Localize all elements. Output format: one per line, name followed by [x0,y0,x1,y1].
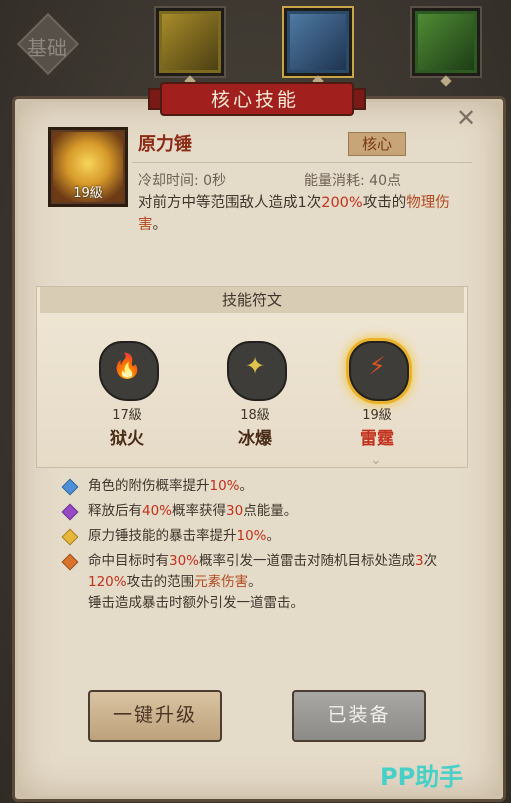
rune-name: 雷霆 [360,429,394,449]
orange-gem-icon [61,553,79,571]
skill-icon[interactable]: 19級 [48,127,128,207]
cooldown-text: 冷却时间: 0秒 [138,173,227,189]
energy-cost-text: 能量消耗: 40点 [304,173,401,189]
fire-icon: 🔥 [112,352,142,380]
tab-basic-label: 基础 [27,36,67,60]
panel-banner: 核心技能 [148,76,366,116]
rune-level: 17級 [112,408,142,423]
effect-item: 原力锤技能的暴击率提升10%。 [58,526,468,547]
effect-item: 命中目标时有30%概率引发一道雷击对随机目标处造成3次120%攻击的范围元素伤害… [58,551,468,614]
rune-thunder[interactable]: ⚡ [344,336,410,402]
close-icon[interactable]: ✕ [456,104,476,132]
purple-gem-icon [61,503,79,521]
effect-item: 释放后有40%概率获得30点能量。 [58,501,468,522]
skill-description: 对前方中等范围敌人造成1次200%攻击的物理伤害。 [138,195,450,233]
tab-skill-nature[interactable] [412,8,480,87]
panel-title: 核心技能 [210,89,299,111]
tab-skill-core[interactable] [284,8,352,87]
hammer-icon [162,14,218,70]
thunder-icon: ⚡ [368,352,386,380]
chevron-down-icon: ⌄ [370,452,382,468]
blue-gem-icon [61,478,79,496]
core-skill-icon [290,14,346,70]
divider [132,162,472,163]
nature-skill-icon [418,14,474,70]
runes-title: 技能符文 [40,287,464,313]
rune-name: 冰爆 [238,429,272,449]
rune-name: 狱火 [110,429,144,449]
upgrade-all-button[interactable]: 一键升级 [88,690,222,742]
skill-name: 原力锤 [138,134,192,155]
rune-effects: 角色的附伤概率提升10%。 释放后有40%概率获得30点能量。 原力锤技能的暴击… [58,476,468,618]
tab-basic[interactable]: 基础 [16,12,80,76]
ice-burst-icon: ✦ [244,352,266,380]
effect-item: 角色的附伤概率提升10%。 [58,476,468,497]
skill-level: 19級 [73,186,103,201]
equipped-button[interactable]: 已装备 [292,690,426,742]
core-badge: 核心 [348,132,406,156]
tab-skill-hammer[interactable] [156,8,224,87]
yellow-gem-icon [61,528,79,546]
watermark: PP助手 [380,763,464,791]
rune-ice-burst[interactable]: ✦ [222,336,288,402]
rune-level: 19級 [362,408,392,423]
rune-level: 18級 [240,408,270,423]
rune-inferno[interactable]: 🔥 [94,336,160,402]
